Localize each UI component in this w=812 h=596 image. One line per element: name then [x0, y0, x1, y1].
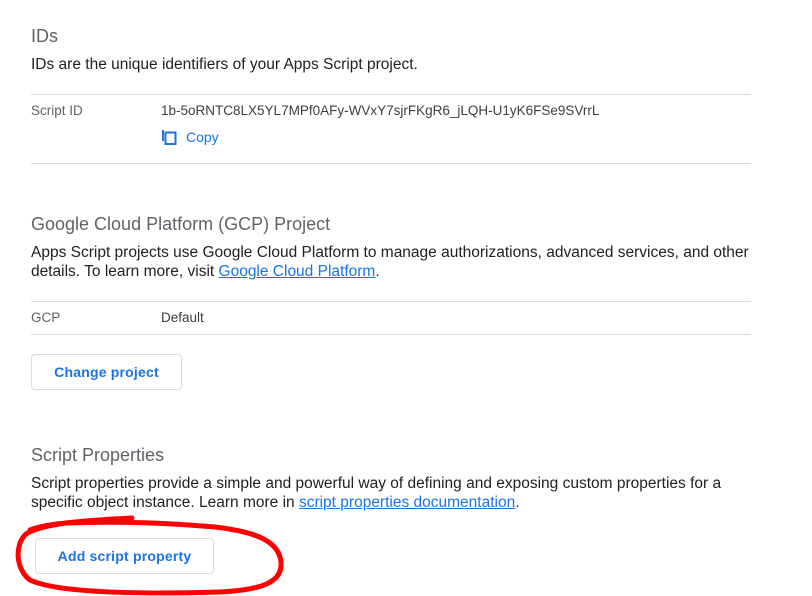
script-id-value: 1b-5oRNTC8LX5YL7MPf0AFy-WVxY7sjrFKgR6_jL…: [161, 103, 600, 118]
copy-label: Copy: [186, 129, 219, 145]
change-project-button[interactable]: Change project: [31, 354, 182, 390]
google-cloud-platform-link[interactable]: Google Cloud Platform: [219, 263, 376, 280]
copy-icon: [161, 129, 177, 145]
script-properties-description: Script properties provide a simple and p…: [31, 475, 722, 511]
divider: [31, 94, 751, 95]
divider: [31, 301, 751, 302]
copy-script-id-button[interactable]: Copy: [161, 129, 219, 145]
divider: [31, 334, 751, 335]
script-properties-section-title: Script Properties: [31, 445, 165, 465]
gcp-value: Default: [161, 310, 204, 325]
ids-section-description: IDs are the unique identifiers of your A…: [31, 56, 418, 73]
add-script-property-button[interactable]: Add script property: [35, 538, 214, 574]
divider: [31, 163, 751, 164]
project-settings-page: IDs IDs are the unique identifiers of yo…: [0, 0, 812, 596]
script-properties-documentation-link[interactable]: script properties documentation: [299, 494, 515, 511]
gcp-label: GCP: [31, 310, 61, 325]
script-id-label: Script ID: [31, 103, 83, 118]
gcp-section-description: Apps Script projects use Google Cloud Pl…: [31, 244, 749, 280]
ids-section-title: IDs: [31, 26, 58, 46]
gcp-section-title: Google Cloud Platform (GCP) Project: [31, 214, 331, 234]
